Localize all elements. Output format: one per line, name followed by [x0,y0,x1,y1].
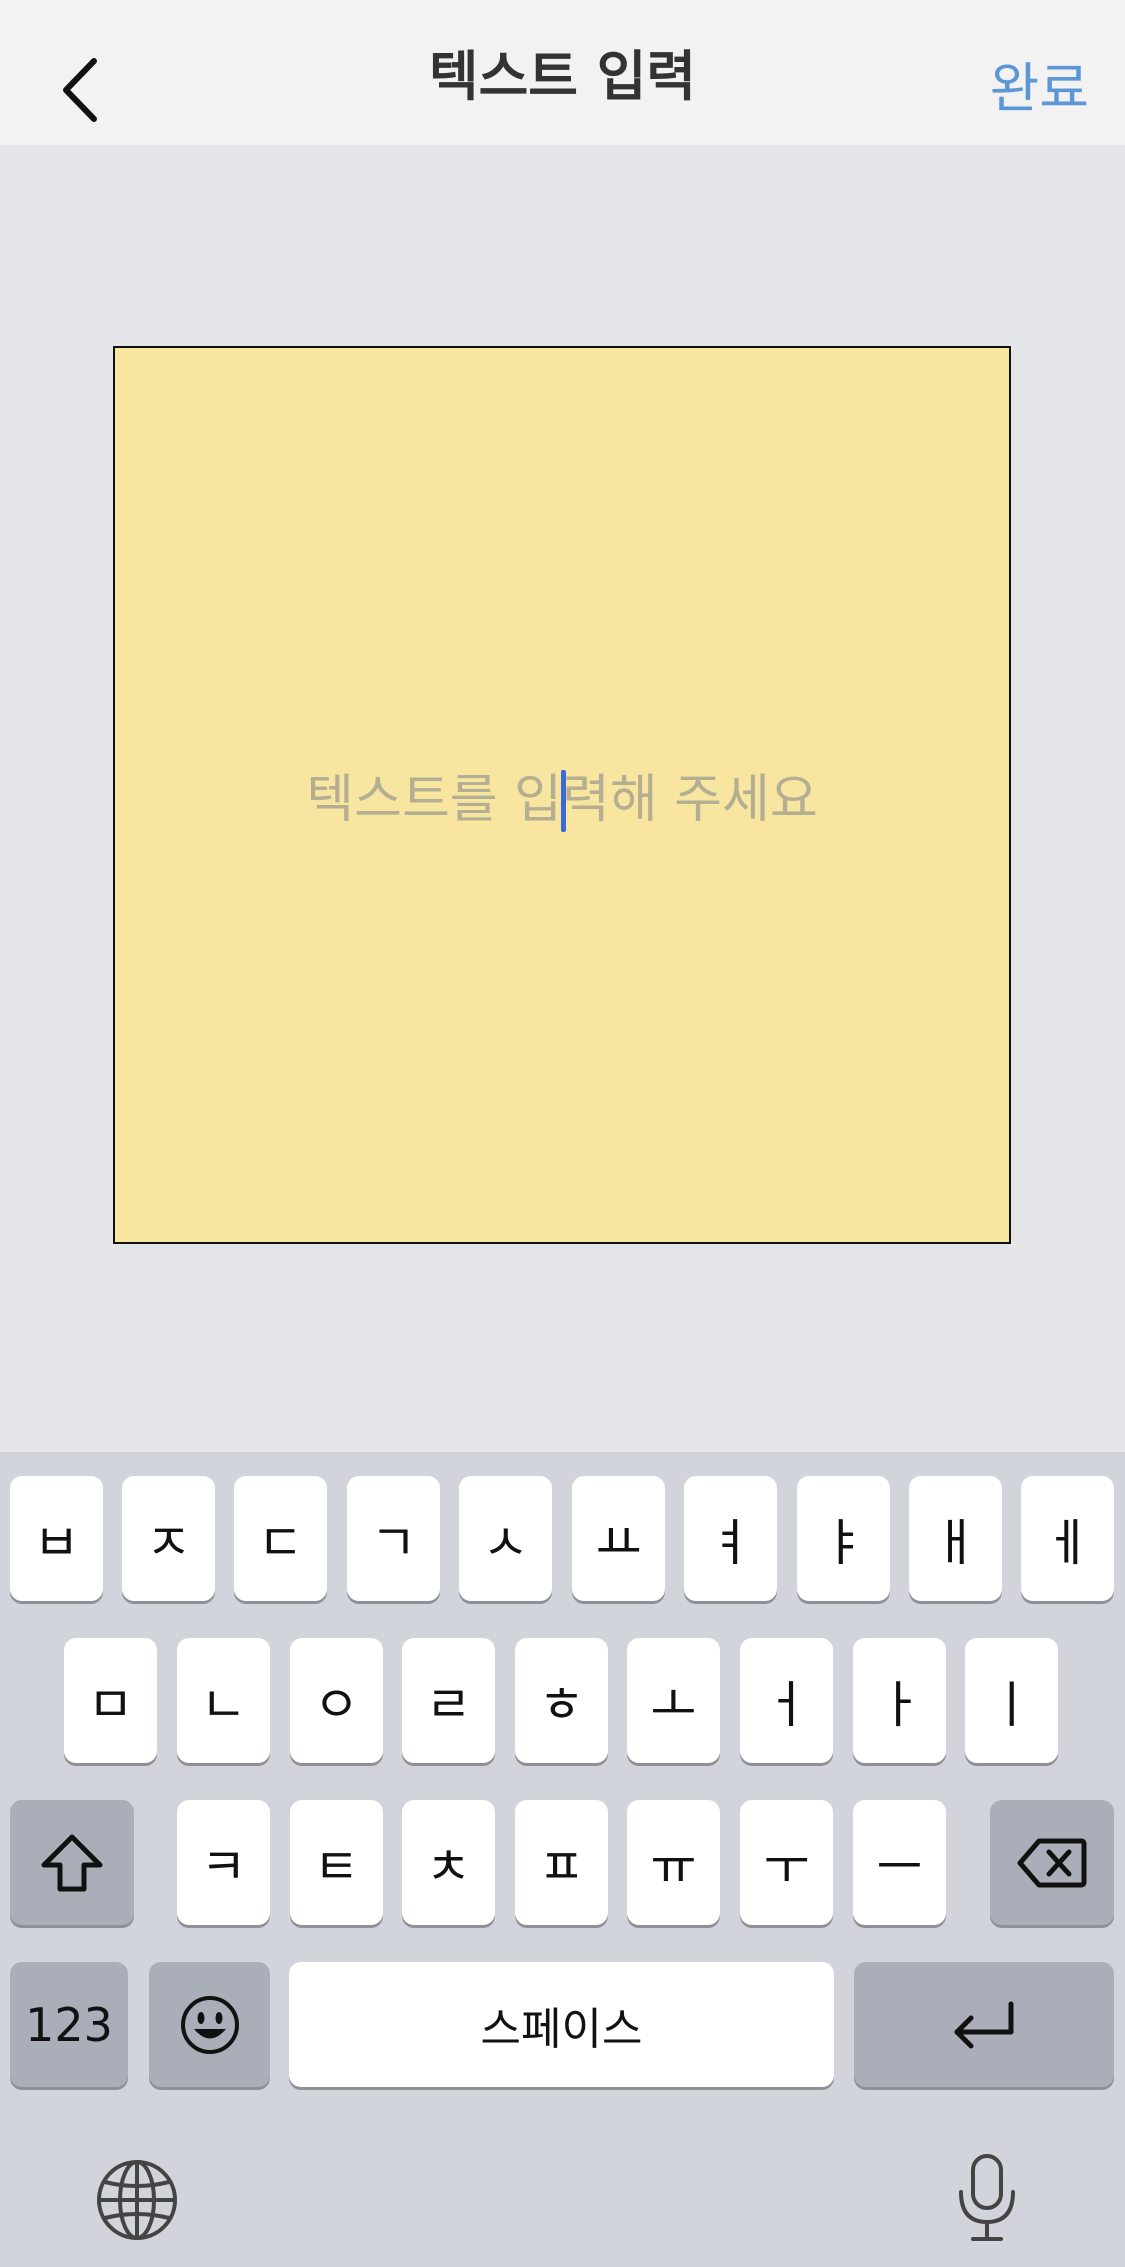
key-label: ㄴ [200,1675,247,1734]
key-label: ㅅ [482,1513,529,1572]
key-k[interactable]: ㅋ [177,1800,270,1925]
key-ng[interactable]: ㅇ [290,1638,383,1763]
microphone-icon [959,2154,1015,2241]
return-icon [954,2001,1014,2048]
key-b[interactable]: ㅂ [10,1476,103,1601]
key-label: ㅌ [313,1837,360,1896]
key-e[interactable]: ㅔ [1021,1476,1114,1601]
emoji-key[interactable] [149,1962,270,2087]
key-label: ㅔ [1044,1513,1091,1572]
key-label: ㅂ [33,1513,80,1572]
space-key[interactable]: 스페이스 [289,1962,834,2087]
key-yu[interactable]: ㅠ [627,1800,720,1925]
key-p[interactable]: ㅍ [515,1800,608,1925]
delete-icon [1017,1838,1087,1887]
key-label: ㅠ [650,1837,697,1896]
nav-bar: 텍스트 입력 완료 [0,0,1125,145]
key-label: ㅇ [313,1675,360,1734]
shift-icon [41,1834,103,1891]
key-label: ㅋ [200,1837,247,1896]
key-label: ㄷ [257,1513,304,1572]
key-label: ㅍ [538,1837,585,1896]
key-d[interactable]: ㄷ [234,1476,327,1601]
key-label: ㅕ [707,1513,754,1572]
globe-icon [97,2160,177,2240]
key-label: ㅛ [595,1513,642,1572]
key-label: ㅐ [932,1513,979,1572]
text-card-editor[interactable]: 텍스트를 입력해 주세요 [113,346,1011,1244]
key-label: ㅣ [988,1675,1035,1734]
delete-key[interactable] [990,1800,1114,1925]
key-label: ㅏ [876,1675,923,1734]
key-label: 스페이스 [480,2003,643,2055]
key-yo[interactable]: ㅛ [572,1476,665,1601]
key-label: 123 [25,1997,113,2052]
key-label: ㅊ [425,1837,472,1896]
key-yeo[interactable]: ㅕ [684,1476,777,1601]
key-j[interactable]: ㅈ [122,1476,215,1601]
key-label: ㅎ [538,1675,585,1734]
key-label: ㅡ [876,1837,923,1896]
key-label: ㄹ [425,1675,472,1734]
key-m[interactable]: ㅁ [64,1638,157,1763]
key-i[interactable]: ㅣ [965,1638,1058,1763]
key-label: ㅈ [145,1513,192,1572]
korean-keyboard: ㅂ ㅈ ㄷ ㄱ ㅅ ㅛ ㅕ ㅑ ㅐ ㅔ ㅁ ㄴ ㅇ ㄹ ㅎ ㅗ ㅓ ㅏ ㅣ ㅋ … [0,1452,1125,2267]
key-eu[interactable]: ㅡ [853,1800,946,1925]
key-a[interactable]: ㅏ [853,1638,946,1763]
microphone-button[interactable] [955,2152,1019,2248]
emoji-icon [180,1995,239,2054]
numbers-key[interactable]: 123 [10,1962,128,2087]
key-n[interactable]: ㄴ [177,1638,270,1763]
key-eo[interactable]: ㅓ [740,1638,833,1763]
key-t[interactable]: ㅌ [290,1800,383,1925]
key-label: ㄱ [370,1513,417,1572]
key-label: ㅓ [763,1675,810,1734]
key-ya[interactable]: ㅑ [797,1476,890,1601]
key-r[interactable]: ㄹ [402,1638,495,1763]
done-button[interactable]: 완료 [990,50,1089,128]
shift-key[interactable] [10,1800,134,1925]
key-label: ㅗ [650,1675,697,1734]
page-title: 텍스트 입력 [428,45,697,108]
key-o[interactable]: ㅗ [627,1638,720,1763]
key-h[interactable]: ㅎ [515,1638,608,1763]
globe-button[interactable] [95,2158,179,2246]
key-ch[interactable]: ㅊ [402,1800,495,1925]
text-cursor [561,770,566,832]
return-key[interactable] [854,1962,1114,2087]
key-ae[interactable]: ㅐ [909,1476,1002,1601]
key-u[interactable]: ㅜ [740,1800,833,1925]
key-label: ㅜ [763,1837,810,1896]
key-label: ㅑ [820,1513,867,1572]
key-label: ㅁ [87,1675,134,1734]
key-s[interactable]: ㅅ [459,1476,552,1601]
key-g[interactable]: ㄱ [347,1476,440,1601]
